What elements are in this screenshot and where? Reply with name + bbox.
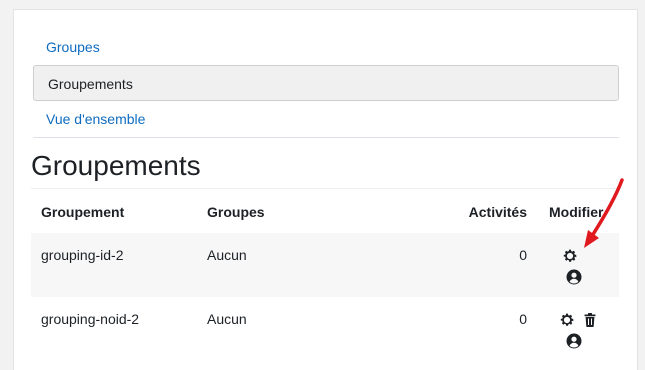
nav-divider <box>33 137 619 138</box>
grouping-groups: Aucun <box>207 247 247 263</box>
table-header-row: Groupement Groupes Activités Modifier <box>31 188 619 234</box>
settings-icon[interactable] <box>559 312 575 328</box>
column-header-grouping: Groupement <box>41 204 125 220</box>
grouping-activities: 0 <box>519 247 527 263</box>
user-icon[interactable] <box>566 269 582 285</box>
grouping-name: grouping-id-2 <box>41 247 124 263</box>
trash-icon[interactable] <box>582 312 598 328</box>
column-header-activities: Activités <box>468 204 527 220</box>
table-row: grouping-id-2 Aucun 0 <box>31 233 619 297</box>
nav-link-overview[interactable]: Vue d'ensemble <box>33 101 619 137</box>
annotation-arrow-icon <box>584 178 624 248</box>
user-icon[interactable] <box>566 333 582 349</box>
nav-link-groups[interactable]: Groupes <box>33 29 619 65</box>
page-title: Groupements <box>31 150 201 181</box>
grouping-activities: 0 <box>519 311 527 327</box>
grouping-name: grouping-noid-2 <box>41 311 140 327</box>
settings-icon[interactable] <box>562 248 578 264</box>
grouping-groups: Aucun <box>207 311 247 327</box>
table-row: grouping-noid-2 Aucun 0 <box>31 297 619 361</box>
column-header-groups: Groupes <box>207 204 265 220</box>
nav-link-groupings[interactable]: Groupements <box>33 65 619 101</box>
